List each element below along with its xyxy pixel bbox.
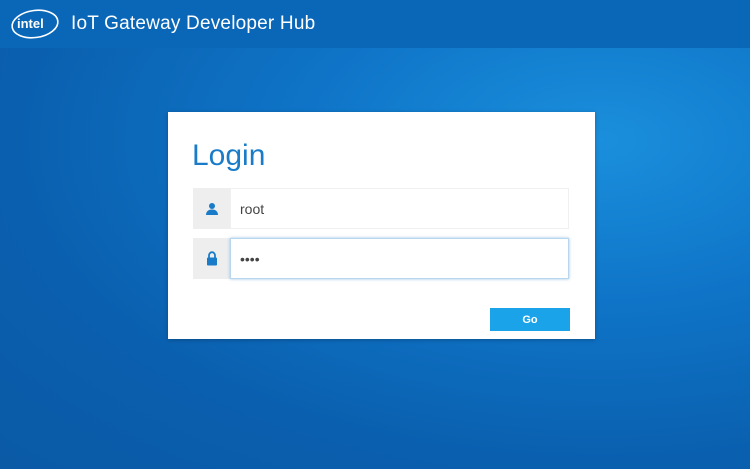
password-row bbox=[193, 238, 569, 279]
lock-icon bbox=[206, 251, 217, 266]
password-addon bbox=[193, 238, 230, 279]
logo-text: intel bbox=[17, 16, 44, 31]
login-title: Login bbox=[192, 139, 266, 172]
username-input[interactable] bbox=[230, 188, 569, 229]
user-icon bbox=[205, 202, 218, 215]
password-input[interactable] bbox=[230, 238, 569, 279]
go-button[interactable]: Go bbox=[490, 308, 570, 331]
login-card: Login Go bbox=[168, 112, 595, 339]
username-row bbox=[193, 188, 569, 229]
intel-logo[interactable]: intel bbox=[10, 8, 60, 40]
app-header: intel IoT Gateway Developer Hub bbox=[0, 0, 750, 48]
username-addon bbox=[193, 188, 230, 229]
app-title: IoT Gateway Developer Hub bbox=[71, 13, 316, 34]
